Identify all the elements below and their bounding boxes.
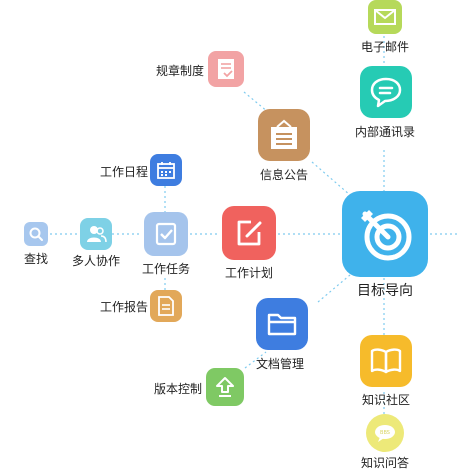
target-tile: [342, 191, 428, 277]
edit-note-icon: [237, 220, 262, 246]
rules-tile: [208, 51, 244, 87]
document-check-icon: [218, 59, 234, 79]
task-checklist-icon: [155, 222, 177, 246]
email-tile: [368, 0, 402, 34]
community-label: 知识社区: [361, 393, 410, 407]
node-rules[interactable]: [206, 51, 246, 91]
upload-arrow-icon: [216, 377, 234, 397]
docs-tile: [256, 298, 308, 350]
collab-label: 多人协作: [71, 254, 120, 268]
node-task[interactable]: 工作任务: [138, 212, 194, 278]
version-tile: [206, 368, 244, 406]
svg-text:BBS: BBS: [380, 430, 390, 436]
report-tile: [150, 290, 182, 322]
envelope-icon: [374, 9, 396, 25]
contacts-label: 内部通讯录: [354, 125, 415, 139]
notice-label: 信息公告: [259, 168, 308, 182]
qa-tile: BBS: [366, 414, 404, 452]
node-report[interactable]: [150, 290, 184, 324]
schedule-label: 工作日程: [99, 165, 148, 179]
folder-icon: [267, 313, 297, 336]
node-plan[interactable]: 工作计划: [218, 206, 284, 284]
email-label: 电子邮件: [360, 40, 409, 54]
open-book-icon: [370, 348, 402, 374]
community-tile: [360, 335, 412, 387]
node-contacts[interactable]: 内部通讯录: [352, 66, 418, 146]
qa-label: 知识问答: [360, 456, 409, 470]
node-community[interactable]: 知识社区: [352, 335, 418, 409]
report-label: 工作报告: [99, 300, 148, 314]
node-collab[interactable]: 多人协作: [68, 218, 124, 270]
node-target[interactable]: 目标导向: [340, 191, 430, 301]
node-version[interactable]: [204, 368, 246, 408]
collab-tile: [80, 218, 112, 250]
node-email[interactable]: 电子邮件: [356, 0, 412, 56]
node-qa[interactable]: BBS 知识问答: [356, 414, 416, 470]
task-label: 工作任务: [141, 262, 190, 276]
plan-tile: [222, 206, 276, 260]
docs-label: 文档管理: [255, 357, 304, 371]
rules-label: 规章制度: [155, 64, 204, 78]
notice-tile: [258, 109, 310, 161]
search-icon: [29, 227, 43, 241]
search-label: 查找: [23, 252, 48, 266]
chat-bubble-icon: [370, 77, 402, 108]
contacts-tile: [360, 66, 412, 118]
node-notice[interactable]: 信息公告: [250, 109, 322, 185]
schedule-tile: [150, 154, 182, 186]
calendar-icon: [157, 162, 175, 179]
users-icon: [87, 226, 107, 243]
node-docs[interactable]: 文档管理: [252, 298, 318, 374]
search-tile: [24, 222, 48, 246]
node-schedule[interactable]: [150, 154, 184, 188]
target-label: 目标导向: [357, 283, 413, 299]
plan-label: 工作计划: [224, 266, 273, 280]
task-tile: [144, 212, 188, 256]
target-dart-icon: [361, 210, 412, 261]
version-label: 版本控制: [153, 382, 202, 396]
node-search[interactable]: 查找: [20, 222, 52, 270]
report-doc-icon: [158, 296, 174, 316]
bbs-bubble-icon: BBS: [375, 425, 395, 442]
bulletin-board-icon: [271, 119, 297, 149]
